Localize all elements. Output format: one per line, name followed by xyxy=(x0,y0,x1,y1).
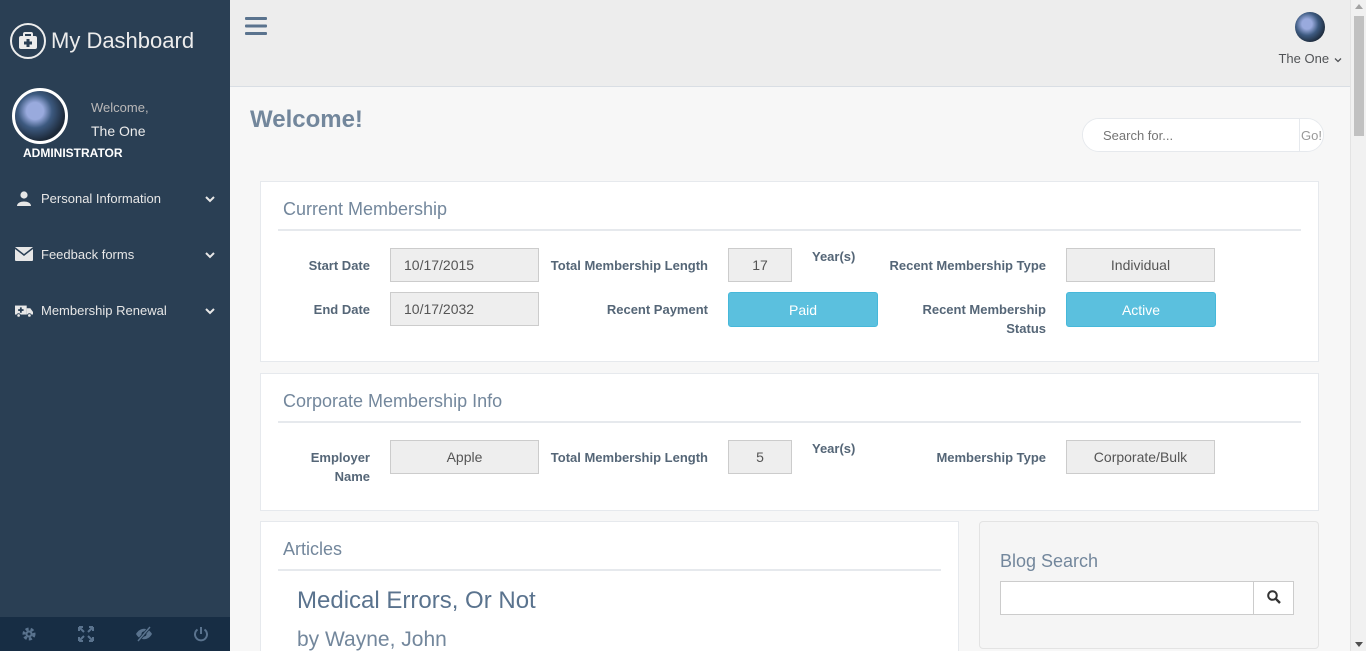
divider xyxy=(278,569,941,571)
corporate-membership-panel: Corporate Membership Info Employer Name … xyxy=(260,373,1319,511)
recent-status-button[interactable]: Active xyxy=(1066,292,1216,327)
sidebar: My Dashboard Welcome, The One ADMINISTRA… xyxy=(0,0,230,651)
blog-search-group xyxy=(1000,581,1294,615)
gear-icon[interactable] xyxy=(0,617,58,651)
end-date-label: End Date xyxy=(313,302,370,317)
panel-title: Corporate Membership Info xyxy=(283,391,503,411)
articles-panel: Articles Medical Errors, Or Not by Wayne… xyxy=(260,521,959,651)
employer-label-line-2: Name xyxy=(334,469,370,484)
blog-search-panel: Blog Search xyxy=(979,521,1319,649)
sidebar-item-personal-information[interactable]: Personal Information xyxy=(0,170,230,226)
panel-title: Current Membership xyxy=(283,199,448,219)
sidebar-item-label: Membership Renewal xyxy=(41,302,167,318)
fullscreen-icon[interactable] xyxy=(58,617,116,651)
recent-status-label: Recent Membership Status xyxy=(922,300,1046,338)
total-length-label: Total Membership Length xyxy=(550,258,708,273)
page-title: Welcome! xyxy=(250,106,363,133)
blog-search-title: Blog Search xyxy=(1000,551,1099,571)
search-input[interactable] xyxy=(1083,119,1299,151)
sidebar-item-label: Personal Information xyxy=(41,190,161,206)
years-label: Year(s) xyxy=(812,249,856,264)
article-title[interactable]: Medical Errors, Or Not xyxy=(297,587,536,615)
recent-payment-label: Recent Payment xyxy=(606,302,708,317)
chevron-down-icon xyxy=(205,191,215,206)
total-length-label: Total Membership Length xyxy=(550,450,708,465)
profile: Welcome, The One ADMINISTRATOR xyxy=(0,82,230,170)
employer-label-line-1: Employer xyxy=(310,450,370,465)
top-search: Go! xyxy=(1082,118,1324,152)
blog-search-input[interactable] xyxy=(1000,581,1254,615)
search-icon xyxy=(1266,589,1281,607)
start-date-label: Start Date xyxy=(308,258,370,273)
chevron-down-icon xyxy=(205,303,215,318)
sidebar-item-membership-renewal[interactable]: Membership Renewal xyxy=(0,282,230,338)
blog-search-button[interactable] xyxy=(1254,581,1294,615)
scroll-up-arrow-icon[interactable] xyxy=(1355,4,1363,9)
profile-role: ADMINISTRATOR xyxy=(23,146,123,160)
profile-avatar xyxy=(12,88,68,144)
sidebar-footer xyxy=(0,617,230,651)
total-length-field: 5 xyxy=(728,440,792,474)
scroll-thumb[interactable] xyxy=(1354,16,1364,136)
article-byline: by Wayne, John xyxy=(297,628,447,651)
user-icon xyxy=(15,190,33,206)
current-membership-panel: Current Membership Start Date 10/17/2015… xyxy=(260,181,1319,362)
page-scrollbar[interactable] xyxy=(1350,0,1366,651)
app-title: My Dashboard xyxy=(51,28,195,53)
profile-name: The One xyxy=(91,123,146,139)
years-label: Year(s) xyxy=(812,441,856,456)
employer-name-field: Apple xyxy=(390,440,539,474)
power-icon[interactable] xyxy=(173,617,231,651)
divider xyxy=(278,229,1301,231)
medkit-icon xyxy=(10,23,46,59)
ambulance-icon xyxy=(15,303,33,318)
recent-type-label: Recent Membership Type xyxy=(889,258,1046,273)
recent-type-field: Individual xyxy=(1066,248,1215,282)
recent-status-label-line-1: Recent Membership xyxy=(922,302,1046,317)
end-date-field: 10/17/2032 xyxy=(390,292,539,326)
recent-status-label-line-2: Status xyxy=(1006,321,1046,336)
start-date-field: 10/17/2015 xyxy=(390,248,539,282)
welcome-text: Welcome, xyxy=(91,100,149,115)
chevron-down-icon xyxy=(205,247,215,262)
search-go-button[interactable]: Go! xyxy=(1299,119,1323,151)
envelope-icon xyxy=(15,247,33,261)
brand[interactable]: My Dashboard xyxy=(0,0,230,82)
user-dropdown-label: The One xyxy=(1278,51,1330,66)
divider xyxy=(278,421,1301,423)
eye-slash-icon[interactable] xyxy=(115,617,173,651)
top-navbar: The One xyxy=(230,0,1350,87)
sidebar-item-label: Feedback forms xyxy=(41,246,135,262)
recent-payment-button[interactable]: Paid xyxy=(728,292,878,327)
scroll-down-arrow-icon[interactable] xyxy=(1355,642,1363,647)
user-avatar xyxy=(1295,12,1325,42)
membership-type-label: Membership Type xyxy=(936,450,1046,465)
menu-toggle-icon[interactable] xyxy=(245,16,267,41)
sidebar-item-feedback-forms[interactable]: Feedback forms xyxy=(0,226,230,282)
chevron-down-icon xyxy=(1334,50,1342,67)
employer-name-label: Employer Name xyxy=(311,448,370,486)
user-dropdown[interactable]: The One xyxy=(1270,12,1350,68)
panel-title: Articles xyxy=(283,539,343,559)
total-length-field: 17 xyxy=(728,248,792,282)
membership-type-field: Corporate/Bulk xyxy=(1066,440,1215,474)
